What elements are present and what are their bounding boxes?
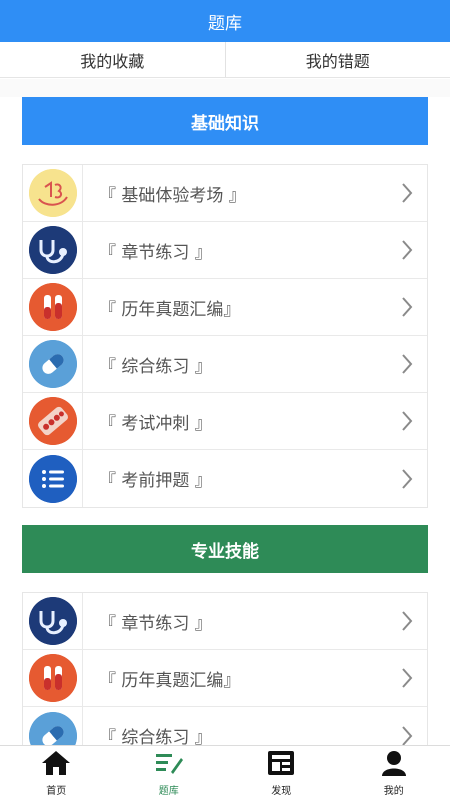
icon-cell bbox=[23, 593, 83, 649]
bottom-nav: 首页 题库 发现 我的 bbox=[0, 745, 450, 800]
list-item-past-exams[interactable]: 『 历年真题汇编』 bbox=[23, 279, 427, 336]
pill-pack-icon bbox=[28, 397, 77, 445]
nav-label: 题库 bbox=[158, 785, 179, 797]
home-icon bbox=[41, 750, 71, 780]
list-item-exam-sprint[interactable]: 『 考试冲刺 』 bbox=[23, 393, 427, 450]
nav-discover[interactable]: 发现 bbox=[225, 746, 338, 800]
list-item-past-exams[interactable]: 『 历年真题汇编』 bbox=[23, 650, 427, 707]
tabs-bar: 我的收藏 我的错题 bbox=[0, 42, 450, 78]
nav-label: 发现 bbox=[271, 785, 292, 797]
list-item-pre-exam-predictions[interactable]: 『 考前押题 』 bbox=[23, 450, 427, 507]
icon-cell bbox=[23, 279, 83, 335]
icon-cell bbox=[23, 222, 83, 278]
nav-profile[interactable]: 我的 bbox=[338, 746, 450, 800]
list-icon bbox=[28, 454, 77, 503]
page-title: 题库 bbox=[208, 13, 242, 34]
professional-list: 『 章节练习 』 『 历年真题汇编』 『 综合练习 』 bbox=[22, 592, 428, 765]
icon-cell bbox=[23, 450, 83, 507]
test-tubes-icon bbox=[28, 283, 77, 331]
chevron-right-icon bbox=[387, 239, 427, 261]
icon-cell bbox=[23, 336, 83, 392]
list-item-chapter-practice[interactable]: 『 章节练习 』 bbox=[23, 222, 427, 279]
tab-my-mistakes[interactable]: 我的错题 bbox=[226, 42, 450, 77]
nav-home[interactable]: 首页 bbox=[0, 746, 113, 800]
list-item-basic-experience-exam[interactable]: 『 基础体验考场 』 bbox=[23, 165, 427, 222]
nav-label: 我的 bbox=[383, 785, 404, 797]
icon-cell bbox=[23, 165, 83, 221]
question-bank-icon bbox=[154, 750, 184, 780]
capsule-icon bbox=[28, 340, 77, 388]
sketch-logo-icon bbox=[28, 169, 77, 217]
list-item-label: 『 考试冲刺 』 bbox=[99, 413, 212, 434]
list-item-label: 『 历年真题汇编』 bbox=[99, 299, 241, 320]
spacer bbox=[0, 79, 450, 97]
profile-icon bbox=[380, 750, 408, 780]
icon-cell bbox=[23, 393, 83, 449]
stethoscope-icon bbox=[28, 226, 77, 274]
chevron-right-icon bbox=[387, 610, 427, 632]
section-header-basic: 基础知识 bbox=[22, 97, 428, 145]
icon-cell bbox=[23, 650, 83, 706]
chevron-right-icon bbox=[387, 410, 427, 432]
section-header-professional: 专业技能 bbox=[22, 525, 428, 573]
section-title: 专业技能 bbox=[191, 541, 259, 562]
list-item-comprehensive-practice[interactable]: 『 综合练习 』 bbox=[23, 336, 427, 393]
stethoscope-icon bbox=[28, 597, 77, 645]
top-bar: 题库 bbox=[0, 0, 450, 42]
list-item-label: 『 基础体验考场 』 bbox=[99, 185, 246, 206]
list-item-label: 『 历年真题汇编』 bbox=[99, 670, 241, 691]
chevron-right-icon bbox=[387, 353, 427, 375]
list-item-label: 『 综合练习 』 bbox=[99, 356, 212, 377]
list-item-label: 『 章节练习 』 bbox=[99, 242, 212, 263]
nav-question-bank[interactable]: 题库 bbox=[113, 746, 226, 800]
chevron-right-icon bbox=[387, 725, 427, 747]
chevron-right-icon bbox=[387, 296, 427, 318]
chevron-right-icon bbox=[387, 182, 427, 204]
chevron-right-icon bbox=[387, 667, 427, 689]
section-title: 基础知识 bbox=[191, 113, 259, 134]
test-tubes-icon bbox=[28, 654, 77, 702]
nav-label: 首页 bbox=[46, 785, 67, 797]
basic-list: 『 基础体验考场 』 『 章节练习 』 『 历年真题汇编』 『 综合练习 』 『… bbox=[22, 164, 428, 508]
tab-my-favorites[interactable]: 我的收藏 bbox=[0, 42, 225, 77]
list-item-chapter-practice[interactable]: 『 章节练习 』 bbox=[23, 593, 427, 650]
chevron-right-icon bbox=[387, 468, 427, 490]
list-item-label: 『 考前押题 』 bbox=[99, 471, 212, 491]
discover-icon bbox=[267, 750, 295, 780]
list-item-label: 『 章节练习 』 bbox=[99, 613, 212, 634]
